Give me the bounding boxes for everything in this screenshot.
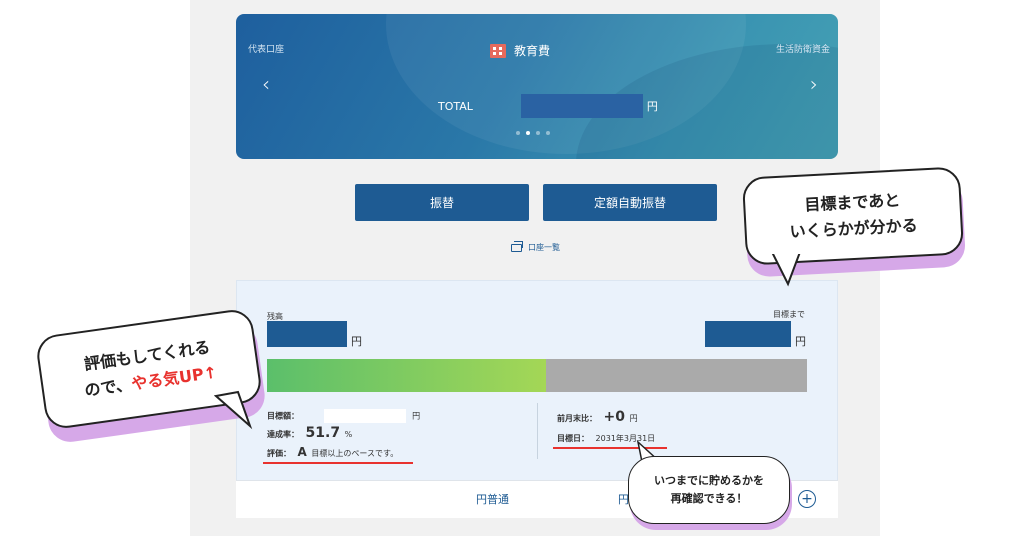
- chevron-left-icon[interactable]: ‹: [262, 72, 270, 96]
- balance-unit: 円: [351, 335, 362, 348]
- account-list-label: 口座一覧: [528, 243, 560, 252]
- target-amount-unit: 円: [412, 411, 421, 421]
- carousel-dot[interactable]: [536, 131, 540, 135]
- rate-unit: %: [344, 430, 353, 439]
- callout-evaluation-line2a: ので、: [83, 374, 133, 401]
- auto-transfer-button[interactable]: 定額自動振替: [543, 184, 717, 221]
- total-label: TOTAL: [438, 99, 473, 113]
- callout-evaluation-tail: [214, 390, 253, 430]
- target-amount-label: 目標額：: [267, 411, 299, 421]
- screenshot-stage: 代表口座 教育費 生活防衛資金 ‹ › TOTAL 円 振替 定額自動振替 口座…: [0, 0, 1024, 536]
- carousel-dots: [516, 131, 550, 135]
- prev-account-label[interactable]: 代表口座: [248, 42, 284, 55]
- chevron-right-icon[interactable]: ›: [810, 72, 818, 96]
- accounts-icon: [511, 240, 523, 252]
- progress-fill: [267, 359, 547, 392]
- callout-remaining-line2: いくらかが分かる: [789, 215, 919, 242]
- info-divider: [537, 403, 538, 459]
- month-change-row: 前月末比： +0 円: [557, 409, 638, 425]
- callout-date: いつまでに貯めるかを 再確認できる！: [628, 456, 790, 524]
- masked-total-amount: [520, 94, 643, 118]
- masked-balance: [267, 321, 347, 347]
- eval-label: 評価：: [267, 449, 291, 458]
- account-title-text: 教育費: [514, 44, 551, 58]
- account-title: 教育費: [490, 42, 550, 59]
- rate-label: 達成率：: [267, 430, 299, 439]
- achievement-rate-row: 達成率： 51.7 %: [267, 425, 352, 441]
- eval-underline: [263, 462, 413, 464]
- date-label: 目標日：: [557, 434, 589, 443]
- progress-bar: [267, 359, 807, 392]
- add-icon[interactable]: +: [798, 490, 816, 508]
- total-balance: TOTAL 円: [438, 94, 658, 118]
- carousel-dot[interactable]: [546, 131, 550, 135]
- callout-date-line1: いつまでに貯めるかを: [654, 474, 764, 487]
- remaining-unit: 円: [795, 335, 806, 348]
- mom-value: +0: [603, 409, 626, 425]
- account-list-link[interactable]: 口座一覧: [511, 240, 560, 253]
- callout-date-line2: 再確認できる！: [670, 492, 748, 505]
- mom-unit: 円: [629, 414, 638, 423]
- eval-text: 目標以上のペースです。: [311, 449, 399, 458]
- remaining-label: 目標まで: [773, 310, 805, 319]
- next-account-label[interactable]: 生活防衛資金: [776, 42, 830, 55]
- eval-grade: A: [297, 445, 307, 459]
- masked-remaining: [705, 321, 791, 347]
- tab-yen-savings[interactable]: 円普通: [476, 491, 509, 507]
- carousel-dot[interactable]: [516, 131, 520, 135]
- target-amount-row: 目標額： 円: [267, 409, 420, 423]
- rate-value: 51.7: [305, 425, 341, 441]
- evaluation-row: 評価： A 目標以上のペースです。: [267, 445, 398, 459]
- transfer-button[interactable]: 振替: [355, 184, 529, 221]
- callout-remaining-tail: [770, 250, 804, 287]
- total-unit: 円: [646, 100, 658, 113]
- school-icon: [490, 43, 506, 58]
- mom-label: 前月末比：: [557, 414, 597, 423]
- account-carousel[interactable]: 代表口座 教育費 生活防衛資金 ‹ › TOTAL 円: [236, 14, 838, 159]
- carousel-dot-active[interactable]: [526, 131, 530, 135]
- masked-target-amount: [323, 409, 406, 423]
